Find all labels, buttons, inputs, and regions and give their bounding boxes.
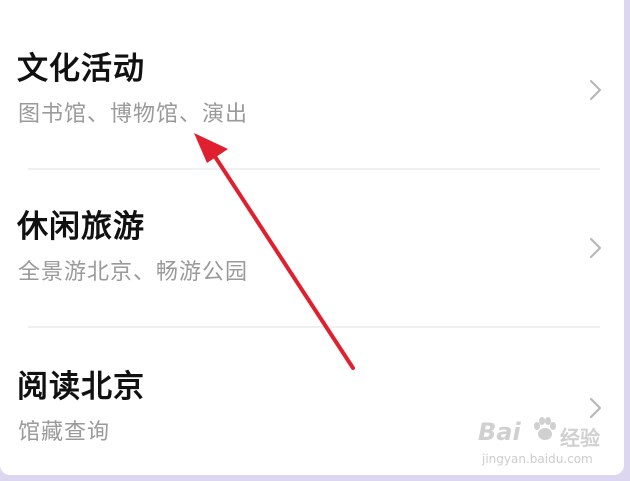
baidu-jingyan-watermark: Bai 经验 jingyan.baidu.com [478,412,608,472]
watermark-brand: Bai [478,418,521,446]
chevron-right-icon [590,80,601,100]
menu-item-title: 文化活动 [17,51,145,87]
menu-item-culture-activities[interactable]: 文化活动 图书馆、博物馆、演出 [0,12,624,162]
paw-icon [534,417,556,440]
menu-item-subtitle: 图书馆、博物馆、演出 [18,102,249,127]
menu-card: 文化活动 图书馆、博物馆、演出 休闲旅游 全景游北京、畅游公园 阅读北京 馆藏查… [0,0,624,475]
menu-item-subtitle: 全景游北京、畅游公园 [18,260,249,285]
watermark-brand-suffix: 经验 [560,426,600,450]
divider [28,326,600,328]
menu-item-subtitle: 馆藏查询 [18,420,111,445]
watermark-url: jingyan.baidu.com [482,452,593,466]
menu-item-title: 阅读北京 [17,369,145,405]
menu-item-title: 休闲旅游 [17,209,145,245]
chevron-right-icon [590,238,601,258]
menu-item-leisure-travel[interactable]: 休闲旅游 全景游北京、畅游公园 [0,170,624,320]
